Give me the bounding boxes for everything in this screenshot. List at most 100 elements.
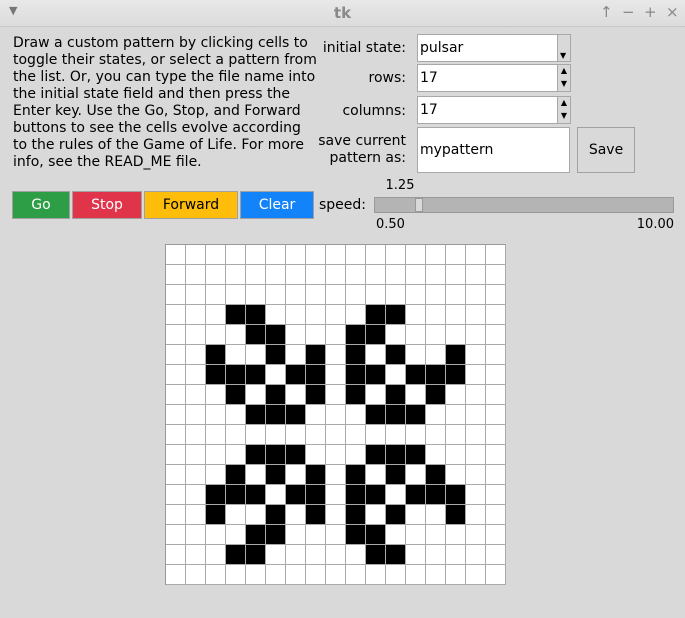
grid-cell[interactable]	[246, 425, 266, 445]
grid-cell[interactable]	[226, 445, 246, 465]
grid-cell[interactable]	[466, 365, 486, 385]
grid-cell[interactable]	[226, 425, 246, 445]
grid-cell[interactable]	[166, 325, 186, 345]
grid-cell[interactable]	[246, 265, 266, 285]
grid-cell[interactable]	[366, 285, 386, 305]
grid-cell[interactable]	[366, 305, 386, 325]
grid-cell[interactable]	[486, 445, 506, 465]
grid-cell[interactable]	[466, 465, 486, 485]
grid-cell[interactable]	[306, 465, 326, 485]
grid-cell[interactable]	[346, 285, 366, 305]
grid-cell[interactable]	[466, 405, 486, 425]
grid-cell[interactable]	[326, 385, 346, 405]
grid-cell[interactable]	[326, 365, 346, 385]
grid-cell[interactable]	[166, 265, 186, 285]
grid-cell[interactable]	[306, 305, 326, 325]
life-grid[interactable]	[165, 244, 506, 585]
grid-cell[interactable]	[466, 525, 486, 545]
grid-cell[interactable]	[326, 305, 346, 325]
grid-cell[interactable]	[386, 425, 406, 445]
grid-cell[interactable]	[226, 565, 246, 585]
grid-cell[interactable]	[286, 365, 306, 385]
grid-cell[interactable]	[186, 545, 206, 565]
grid-cell[interactable]	[306, 405, 326, 425]
grid-cell[interactable]	[266, 425, 286, 445]
grid-cell[interactable]	[346, 345, 366, 365]
grid-cell[interactable]	[206, 305, 226, 325]
grid-cell[interactable]	[206, 285, 226, 305]
grid-cell[interactable]	[166, 365, 186, 385]
grid-cell[interactable]	[326, 525, 346, 545]
grid-cell[interactable]	[486, 245, 506, 265]
grid-cell[interactable]	[446, 305, 466, 325]
grid-cell[interactable]	[266, 545, 286, 565]
grid-cell[interactable]	[186, 245, 206, 265]
forward-button[interactable]: Forward	[144, 191, 238, 219]
grid-cell[interactable]	[166, 245, 186, 265]
grid-cell[interactable]	[326, 465, 346, 485]
grid-cell[interactable]	[186, 305, 206, 325]
grid-cell[interactable]	[406, 505, 426, 525]
grid-cell[interactable]	[326, 285, 346, 305]
grid-cell[interactable]	[466, 325, 486, 345]
grid-cell[interactable]	[406, 465, 426, 485]
grid-cell[interactable]	[346, 565, 366, 585]
grid-cell[interactable]	[366, 425, 386, 445]
grid-cell[interactable]	[426, 445, 446, 465]
grid-cell[interactable]	[346, 365, 366, 385]
grid-cell[interactable]	[346, 525, 366, 545]
grid-cell[interactable]	[386, 565, 406, 585]
grid-cell[interactable]	[366, 525, 386, 545]
grid-cell[interactable]	[246, 465, 266, 485]
grid-cell[interactable]	[446, 525, 466, 545]
grid-cell[interactable]	[306, 425, 326, 445]
grid-cell[interactable]	[406, 565, 426, 585]
grid-cell[interactable]	[186, 385, 206, 405]
initial-state-dropdown-button[interactable]: ▼	[557, 34, 571, 62]
grid-cell[interactable]	[486, 305, 506, 325]
grid-cell[interactable]	[266, 265, 286, 285]
grid-cell[interactable]	[166, 405, 186, 425]
save-pattern-input[interactable]: mypattern	[417, 127, 570, 173]
grid-cell[interactable]	[486, 545, 506, 565]
rows-spinner[interactable]: ▲ ▼	[557, 64, 571, 92]
grid-cell[interactable]	[386, 505, 406, 525]
grid-cell[interactable]	[346, 505, 366, 525]
grid-cell[interactable]	[266, 385, 286, 405]
grid-cell[interactable]	[266, 485, 286, 505]
grid-cell[interactable]	[306, 505, 326, 525]
grid-cell[interactable]	[366, 505, 386, 525]
grid-cell[interactable]	[346, 405, 366, 425]
grid-cell[interactable]	[426, 345, 446, 365]
grid-cell[interactable]	[446, 505, 466, 525]
grid-cell[interactable]	[306, 565, 326, 585]
grid-cell[interactable]	[226, 465, 246, 485]
grid-cell[interactable]	[266, 365, 286, 385]
grid-cell[interactable]	[186, 465, 206, 485]
grid-cell[interactable]	[286, 285, 306, 305]
grid-cell[interactable]	[426, 285, 446, 305]
rows-input[interactable]: 17	[417, 64, 558, 92]
grid-cell[interactable]	[486, 325, 506, 345]
grid-cell[interactable]	[286, 425, 306, 445]
grid-cell[interactable]	[426, 505, 446, 525]
columns-spinner[interactable]: ▲ ▼	[557, 96, 571, 124]
minimize-icon[interactable]: −	[622, 3, 635, 21]
grid-cell[interactable]	[206, 445, 226, 465]
grid-cell[interactable]	[426, 405, 446, 425]
grid-cell[interactable]	[266, 285, 286, 305]
grid-cell[interactable]	[166, 425, 186, 445]
grid-cell[interactable]	[326, 405, 346, 425]
grid-cell[interactable]	[306, 445, 326, 465]
grid-cell[interactable]	[166, 545, 186, 565]
grid-cell[interactable]	[186, 565, 206, 585]
grid-cell[interactable]	[326, 425, 346, 445]
grid-cell[interactable]	[406, 305, 426, 325]
grid-cell[interactable]	[366, 465, 386, 485]
grid-cell[interactable]	[326, 485, 346, 505]
grid-cell[interactable]	[226, 365, 246, 385]
spin-up-icon[interactable]: ▲	[558, 65, 570, 78]
grid-cell[interactable]	[326, 445, 346, 465]
grid-cell[interactable]	[406, 385, 426, 405]
grid-cell[interactable]	[326, 325, 346, 345]
